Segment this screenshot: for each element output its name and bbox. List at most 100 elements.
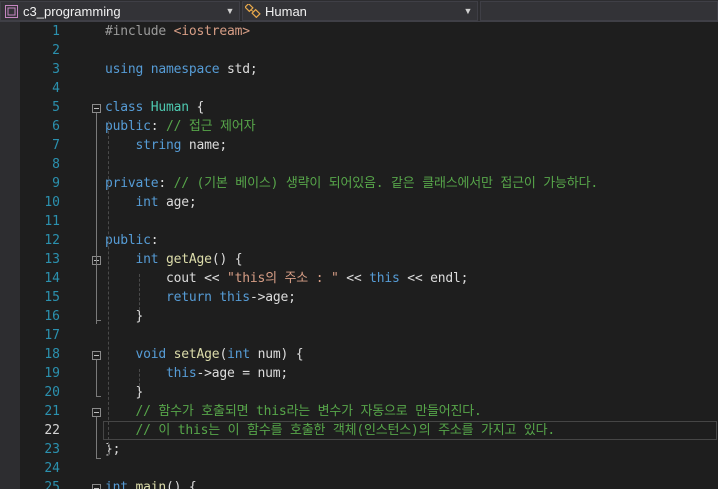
- code-token: name;: [181, 138, 228, 153]
- code-text[interactable]: int age;: [105, 193, 197, 212]
- line-number: 8: [52, 157, 60, 172]
- code-token: Human: [150, 100, 189, 115]
- indent-guide: [108, 121, 109, 455]
- code-token: return: [166, 290, 212, 305]
- code-token: cout <<: [105, 271, 228, 286]
- code-token: :: [158, 176, 174, 191]
- code-token: private: [105, 176, 159, 191]
- code-text[interactable]: int getAge() {: [105, 250, 243, 269]
- code-token: // 이 this는 이 함수를 호출한 객체(인스턴스)의 주소를 가지고 있…: [135, 423, 556, 438]
- navigation-bar: c3_programming ▼ Human ▼: [0, 0, 718, 22]
- code-line[interactable]: 3 using namespace std;: [0, 60, 718, 79]
- cpp-project-icon: [4, 4, 18, 18]
- line-number: 25: [44, 480, 60, 489]
- code-text[interactable]: private: // (기본 베이스) 생략이 되어있음. 같은 클래스에서만…: [105, 174, 598, 193]
- code-token: }: [105, 385, 144, 400]
- code-text[interactable]: void setAge(int num) {: [105, 345, 304, 364]
- code-text[interactable]: }: [105, 383, 144, 402]
- member-dropdown[interactable]: [480, 1, 718, 21]
- collapse-comment-icon[interactable]: [92, 408, 101, 417]
- code-text[interactable]: #include <iostream>: [105, 22, 250, 41]
- code-token: num) {: [249, 347, 304, 362]
- line-number: 19: [44, 366, 60, 381]
- line-number: 20: [44, 385, 60, 400]
- line-number: 24: [44, 461, 60, 476]
- code-token: // 접근 제어자: [166, 119, 256, 134]
- code-text[interactable]: int main() {: [105, 478, 197, 489]
- code-token: getAge: [166, 252, 212, 267]
- code-token: int: [105, 480, 128, 489]
- code-token: public: [105, 119, 151, 134]
- collapse-setage-icon[interactable]: [92, 351, 101, 360]
- outline-line: [96, 417, 97, 458]
- code-line[interactable]: 25 int main() {: [0, 478, 718, 489]
- line-number: 4: [52, 81, 60, 96]
- code-token: void: [135, 347, 167, 362]
- collapse-class-icon[interactable]: [92, 104, 101, 113]
- editor-pane[interactable]: 1 #include <iostream> 2 3 using namespace st…: [0, 22, 718, 489]
- code-line[interactable]: 1 #include <iostream>: [0, 22, 718, 41]
- scope-name: Human: [265, 3, 307, 19]
- code-token: <<: [338, 271, 370, 286]
- code-text[interactable]: public: // 접근 제어자: [105, 117, 256, 136]
- code-line[interactable]: 4: [0, 79, 718, 98]
- code-line[interactable]: 2: [0, 41, 718, 60]
- line-number: 6: [52, 119, 60, 134]
- code-text[interactable]: this->age = num;: [105, 364, 288, 383]
- code-token: {: [188, 100, 205, 115]
- outline-end: [96, 458, 101, 459]
- code-token: setAge: [173, 347, 220, 362]
- line-number: 14: [44, 271, 60, 286]
- code-text[interactable]: cout << "this의 주소 : " << this << endl;: [105, 269, 468, 288]
- code-token: <iostream>: [173, 24, 250, 39]
- line-number: 12: [44, 233, 60, 248]
- collapse-main-icon[interactable]: [92, 484, 101, 489]
- code-token: this: [369, 271, 400, 286]
- code-token: () {: [166, 480, 197, 489]
- code-text[interactable]: public:: [105, 231, 159, 250]
- line-number: 9: [52, 176, 60, 191]
- code-text[interactable]: // 함수가 호출되면 this라는 변수가 자동으로 만들어진다.: [105, 402, 482, 421]
- code-text[interactable]: // 이 this는 이 함수를 호출한 객체(인스턴스)의 주소를 가지고 있…: [105, 421, 556, 440]
- line-number: 16: [44, 309, 60, 324]
- project-dropdown[interactable]: c3_programming ▼: [0, 1, 240, 21]
- code-text[interactable]: return this->age;: [105, 288, 296, 307]
- line-number: 22: [44, 423, 60, 438]
- code-text[interactable]: using namespace std;: [105, 60, 258, 79]
- code-token: int: [135, 252, 159, 267]
- line-number: 1: [52, 24, 60, 39]
- project-name: c3_programming: [23, 3, 121, 19]
- code-token: using: [105, 62, 144, 77]
- indent-guide: [139, 369, 140, 386]
- chevron-down-icon: ▼: [463, 6, 473, 16]
- line-number: 15: [44, 290, 60, 305]
- code-token: }: [105, 309, 144, 324]
- indent-guide: [139, 274, 140, 310]
- scope-dropdown[interactable]: Human ▼: [242, 1, 478, 21]
- code-token: int: [135, 195, 159, 210]
- code-line[interactable]: 5 class Human {: [0, 98, 718, 117]
- line-number: 5: [52, 100, 60, 115]
- class-icon: [245, 4, 261, 18]
- code-token: "this의 주소 : ": [227, 271, 339, 286]
- line-number: 21: [44, 404, 60, 419]
- code-token: string: [135, 138, 182, 153]
- outline-end: [96, 320, 101, 321]
- code-text[interactable]: }: [105, 307, 144, 326]
- code-token: main: [135, 480, 167, 489]
- code-text[interactable]: class Human {: [105, 98, 204, 117]
- code-token: age;: [158, 195, 197, 210]
- code-text[interactable]: string name;: [105, 136, 228, 155]
- code-line[interactable]: 24: [0, 459, 718, 478]
